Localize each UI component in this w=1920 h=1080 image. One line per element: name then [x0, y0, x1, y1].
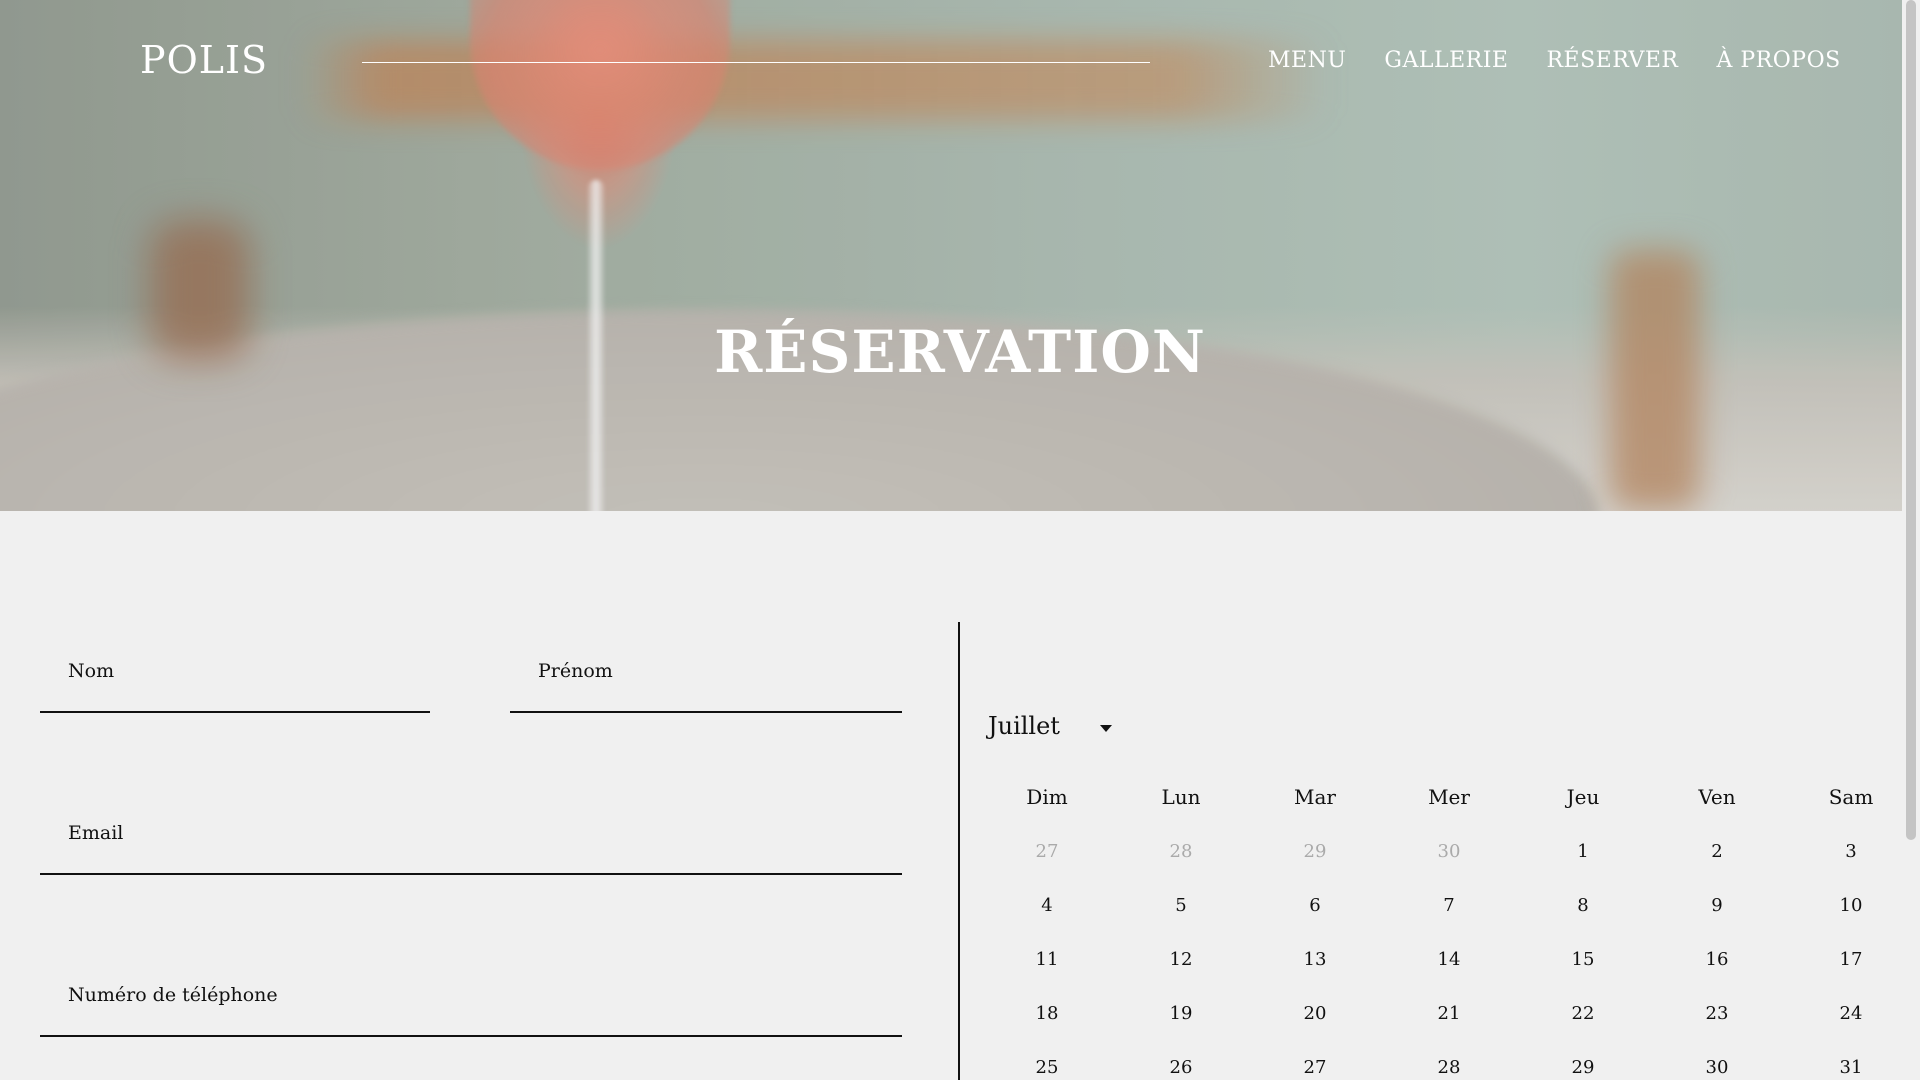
calendar-day[interactable]: 13	[1248, 949, 1382, 970]
email-field[interactable]: Email	[40, 814, 902, 875]
weekday-label: Jeu	[1566, 785, 1600, 809]
calendar-day[interactable]: 2	[1650, 841, 1784, 862]
calendar-day[interactable]: 17	[1784, 949, 1918, 970]
calendar-day[interactable]: 10	[1784, 895, 1918, 916]
prenom-label: Prénom	[538, 660, 613, 682]
calendar-day[interactable]: 27	[1248, 1057, 1382, 1078]
form-calendar-divider	[958, 622, 960, 1080]
calendar-day[interactable]: 3	[1784, 841, 1918, 862]
calendar-day[interactable]: 19	[1114, 1003, 1248, 1024]
calendar-day[interactable]: 20	[1248, 1003, 1382, 1024]
calendar-grid: Dim Lun Mar Mer Jeu Ven Sam 27 28 29 30 1 2 3 4…	[980, 770, 1920, 1080]
calendar-day[interactable]: 18	[980, 1003, 1114, 1024]
weekday-label: Dim	[1026, 785, 1068, 809]
weekday-header: Dim Lun Mar Mer Jeu Ven Sam	[980, 770, 1920, 824]
calendar-day[interactable]: 23	[1650, 1003, 1784, 1024]
nav-item-gallerie[interactable]: GALLERIE	[1384, 48, 1508, 73]
calendar-day-outside-month: 27	[1035, 840, 1059, 862]
calendar-day-outside-month: 30	[1437, 840, 1461, 862]
calendar-day[interactable]: 29	[1516, 1057, 1650, 1078]
nom-label: Nom	[68, 660, 115, 682]
calendar-day[interactable]: 24	[1784, 1003, 1918, 1024]
calendar-week-row: 27 28 29 30 1 2 3	[980, 824, 1920, 878]
calendar-weeks: 27 28 29 30 1 2 3 4 5 6 7 8 9 10 11 12 13 14 15 16 17 18 19 20 2…	[980, 824, 1920, 1080]
weekday-label: Sam	[1828, 785, 1874, 809]
weekday-label: Mer	[1428, 785, 1470, 809]
calendar-day[interactable]: 8	[1516, 895, 1650, 916]
weekday-label: Lun	[1161, 785, 1201, 809]
header-divider-line	[362, 62, 1150, 63]
phone-label: Numéro de téléphone	[68, 984, 278, 1006]
chevron-down-icon[interactable]	[1099, 724, 1112, 732]
month-label: Juillet	[988, 712, 1060, 740]
calendar-week-row: 11 12 13 14 15 16 17	[980, 932, 1920, 986]
calendar-day-outside-month: 29	[1303, 840, 1327, 862]
calendar-day[interactable]: 26	[1114, 1057, 1248, 1078]
main-nav: MENU GALLERIE RÉSERVER À PROPOS	[1268, 48, 1841, 73]
calendar-day[interactable]: 12	[1114, 949, 1248, 970]
calendar-day[interactable]: 11	[980, 949, 1114, 970]
calendar-day[interactable]: 5	[1114, 895, 1248, 916]
nom-field[interactable]: Nom	[40, 652, 430, 713]
month-select[interactable]: Juillet	[988, 712, 1112, 740]
calendar-day[interactable]: 4	[980, 895, 1114, 916]
calendar-day[interactable]: 28	[1382, 1057, 1516, 1078]
calendar-day[interactable]: 31	[1784, 1057, 1918, 1078]
calendar-day[interactable]: 30	[1650, 1057, 1784, 1078]
calendar-week-row: 18 19 20 21 22 23 24	[980, 986, 1920, 1040]
page-title: RÉSERVATION	[714, 318, 1206, 386]
nav-item-reserver[interactable]: RÉSERVER	[1546, 48, 1678, 73]
calendar-day[interactable]: 6	[1248, 895, 1382, 916]
email-label: Email	[68, 822, 124, 844]
nav-item-a-propos[interactable]: À PROPOS	[1717, 48, 1841, 73]
brand-logo[interactable]: POLIS	[140, 38, 268, 82]
hero-banner	[0, 0, 1902, 511]
calendar-day[interactable]: 21	[1382, 1003, 1516, 1024]
calendar-day-outside-month: 28	[1169, 840, 1193, 862]
prenom-field[interactable]: Prénom	[510, 652, 902, 713]
nav-item-menu[interactable]: MENU	[1268, 48, 1346, 73]
phone-field[interactable]: Numéro de téléphone	[40, 976, 902, 1037]
calendar-day[interactable]: 22	[1516, 1003, 1650, 1024]
weekday-label: Ven	[1698, 785, 1736, 809]
weekday-label: Mar	[1294, 785, 1336, 809]
calendar-day[interactable]: 16	[1650, 949, 1784, 970]
calendar-day[interactable]: 25	[980, 1057, 1114, 1078]
page-scrollbar[interactable]	[1902, 0, 1920, 1080]
calendar-day[interactable]: 1	[1516, 841, 1650, 862]
scrollbar-thumb[interactable]	[1906, 0, 1916, 840]
calendar-week-row: 25 26 27 28 29 30 31	[980, 1040, 1920, 1080]
calendar-day[interactable]: 15	[1516, 949, 1650, 970]
calendar-day[interactable]: 14	[1382, 949, 1516, 970]
calendar-day[interactable]: 9	[1650, 895, 1784, 916]
calendar-week-row: 4 5 6 7 8 9 10	[980, 878, 1920, 932]
calendar-day[interactable]: 7	[1382, 895, 1516, 916]
